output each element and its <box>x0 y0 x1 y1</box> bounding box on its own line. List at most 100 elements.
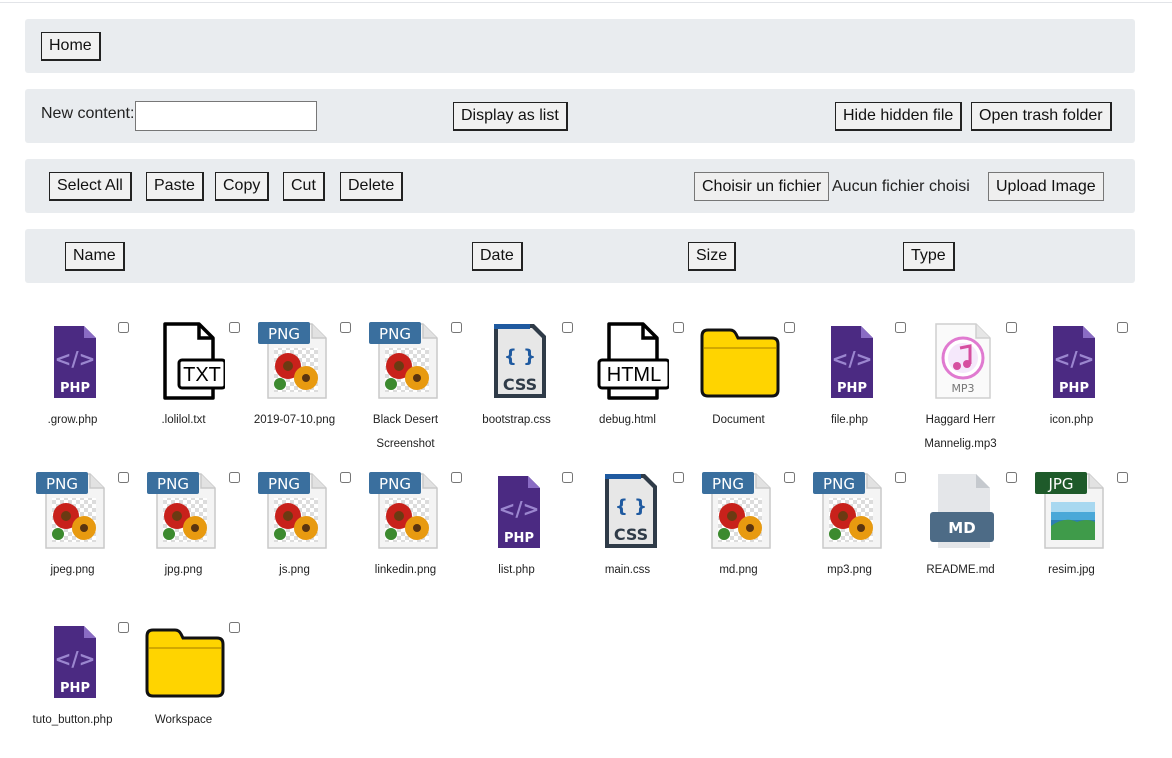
file-select-checkbox[interactable] <box>118 622 129 633</box>
file-name: Workspace <box>154 714 213 726</box>
file-item[interactable]: MD README.md <box>908 458 1019 608</box>
file-item[interactable]: PNG Black Desert Screenshot <box>353 308 464 458</box>
new-content-input[interactable] <box>135 101 317 131</box>
file-select-checkbox[interactable] <box>340 322 351 333</box>
file-select-checkbox[interactable] <box>340 472 351 483</box>
jpg-file-icon[interactable]: JPG <box>1031 464 1113 554</box>
sort-by-date-button[interactable]: Date <box>472 242 523 271</box>
file-select-checkbox[interactable] <box>673 322 684 333</box>
svg-text:TXT: TXT <box>183 364 221 386</box>
file-item[interactable]: TXT .lolilol.txt <box>131 308 242 458</box>
file-item[interactable]: PNG jpg.png <box>131 458 242 608</box>
png-file-icon[interactable]: PNG <box>809 464 891 554</box>
file-item[interactable]: HTML debug.html <box>575 308 686 458</box>
breadcrumb-bar <box>25 19 1135 73</box>
file-select-checkbox[interactable] <box>784 472 795 483</box>
file-select-checkbox[interactable] <box>229 472 240 483</box>
folder-file-icon[interactable] <box>698 314 780 404</box>
file-select-checkbox[interactable] <box>784 322 795 333</box>
svg-text:PNG: PNG <box>379 475 411 493</box>
cut-button[interactable]: Cut <box>283 172 325 201</box>
png-file-icon[interactable]: PNG <box>698 464 780 554</box>
sort-by-name-button[interactable]: Name <box>65 242 125 271</box>
file-item[interactable]: </> PHP tuto_button.php <box>20 608 131 758</box>
php-file-icon[interactable]: </> PHP <box>809 314 891 404</box>
file-item[interactable]: PNG jpeg.png <box>20 458 131 608</box>
file-item[interactable]: JPG resim.jpg <box>1019 458 1130 608</box>
folder-file-icon[interactable] <box>143 614 225 704</box>
copy-button[interactable]: Copy <box>215 172 270 201</box>
php-file-icon[interactable]: </> PHP <box>32 314 114 404</box>
file-item[interactable]: { } CSS main.css <box>575 458 686 608</box>
png-file-icon[interactable]: PNG <box>32 464 114 554</box>
hide-hidden-file-button[interactable]: Hide hidden file <box>835 102 963 131</box>
png-file-icon[interactable]: PNG <box>365 314 447 404</box>
sort-by-type-button[interactable]: Type <box>903 242 955 271</box>
file-select-checkbox[interactable] <box>451 472 462 483</box>
css-file-icon[interactable]: { } CSS <box>476 314 558 404</box>
file-name: Black Desert Screenshot <box>372 414 439 450</box>
file-item[interactable]: </> PHP file.php <box>797 308 908 458</box>
svg-text:</>: </> <box>55 347 96 371</box>
file-name: file.php <box>830 414 869 426</box>
file-name: md.png <box>719 564 758 576</box>
file-select-checkbox[interactable] <box>673 472 684 483</box>
folder-item[interactable]: Workspace <box>131 608 242 758</box>
file-item[interactable]: </> PHP list.php <box>464 458 575 608</box>
file-select-checkbox[interactable] <box>1006 322 1017 333</box>
file-item[interactable]: PNG 2019-07-10.png <box>242 308 353 458</box>
file-item[interactable]: </> PHP icon.php <box>1019 308 1130 458</box>
file-select-checkbox[interactable] <box>229 322 240 333</box>
file-name: jpg.png <box>164 564 203 576</box>
png-file-icon[interactable]: PNG <box>254 464 336 554</box>
svg-text:PHP: PHP <box>60 381 90 396</box>
php-file-icon[interactable]: </> PHP <box>1031 314 1113 404</box>
file-select-checkbox[interactable] <box>1006 472 1017 483</box>
display-as-list-button[interactable]: Display as list <box>453 102 568 131</box>
file-select-checkbox[interactable] <box>895 322 906 333</box>
file-select-checkbox[interactable] <box>562 322 573 333</box>
file-select-checkbox[interactable] <box>229 622 240 633</box>
file-item[interactable]: PNG md.png <box>686 458 797 608</box>
file-select-checkbox[interactable] <box>118 472 129 483</box>
paste-button[interactable]: Paste <box>146 172 204 201</box>
mp3-file-icon[interactable]: MP3 <box>920 314 1002 404</box>
svg-text:PNG: PNG <box>46 475 78 493</box>
folder-item[interactable]: Document <box>686 308 797 458</box>
file-select-checkbox[interactable] <box>118 322 129 333</box>
file-select-checkbox[interactable] <box>1117 472 1128 483</box>
css-file-icon[interactable]: { } CSS <box>587 464 669 554</box>
md-file-icon[interactable]: MD <box>920 464 1002 554</box>
delete-button[interactable]: Delete <box>340 172 404 201</box>
choose-file-button[interactable]: Choisir un fichier <box>694 172 830 201</box>
php-file-icon[interactable]: </> PHP <box>32 614 114 704</box>
svg-text:</>: </> <box>55 647 96 671</box>
file-select-checkbox[interactable] <box>451 322 462 333</box>
html-file-icon[interactable]: HTML <box>587 314 671 404</box>
file-name: js.png <box>279 564 310 576</box>
file-item[interactable]: </> PHP .grow.php <box>20 308 131 458</box>
file-item[interactable]: MP3 Haggard Herr Mannelig.mp3 <box>908 308 1019 458</box>
select-all-button[interactable]: Select All <box>49 172 132 201</box>
file-select-checkbox[interactable] <box>562 472 573 483</box>
open-trash-folder-button[interactable]: Open trash folder <box>971 102 1112 131</box>
file-item[interactable]: PNG mp3.png <box>797 458 908 608</box>
php-file-icon[interactable]: </> PHP <box>476 464 558 554</box>
upload-image-button[interactable]: Upload Image <box>988 172 1104 201</box>
file-item[interactable]: PNG js.png <box>242 458 353 608</box>
file-select-checkbox[interactable] <box>895 472 906 483</box>
svg-text:PNG: PNG <box>268 325 300 343</box>
sort-by-size-button[interactable]: Size <box>688 242 737 271</box>
home-button[interactable]: Home <box>41 32 101 61</box>
file-item[interactable]: PNG linkedin.png <box>353 458 464 608</box>
file-select-checkbox[interactable] <box>1117 322 1128 333</box>
png-file-icon[interactable]: PNG <box>143 464 225 554</box>
svg-text:{ }: { } <box>504 346 536 367</box>
file-item[interactable]: { } CSS bootstrap.css <box>464 308 575 458</box>
file-name: mp3.png <box>827 564 872 576</box>
file-name: Document <box>712 414 765 426</box>
txt-file-icon[interactable]: TXT <box>143 314 227 404</box>
png-file-icon[interactable]: PNG <box>365 464 447 554</box>
png-file-icon[interactable]: PNG <box>254 314 336 404</box>
file-name: 2019-07-10.png <box>253 414 336 426</box>
